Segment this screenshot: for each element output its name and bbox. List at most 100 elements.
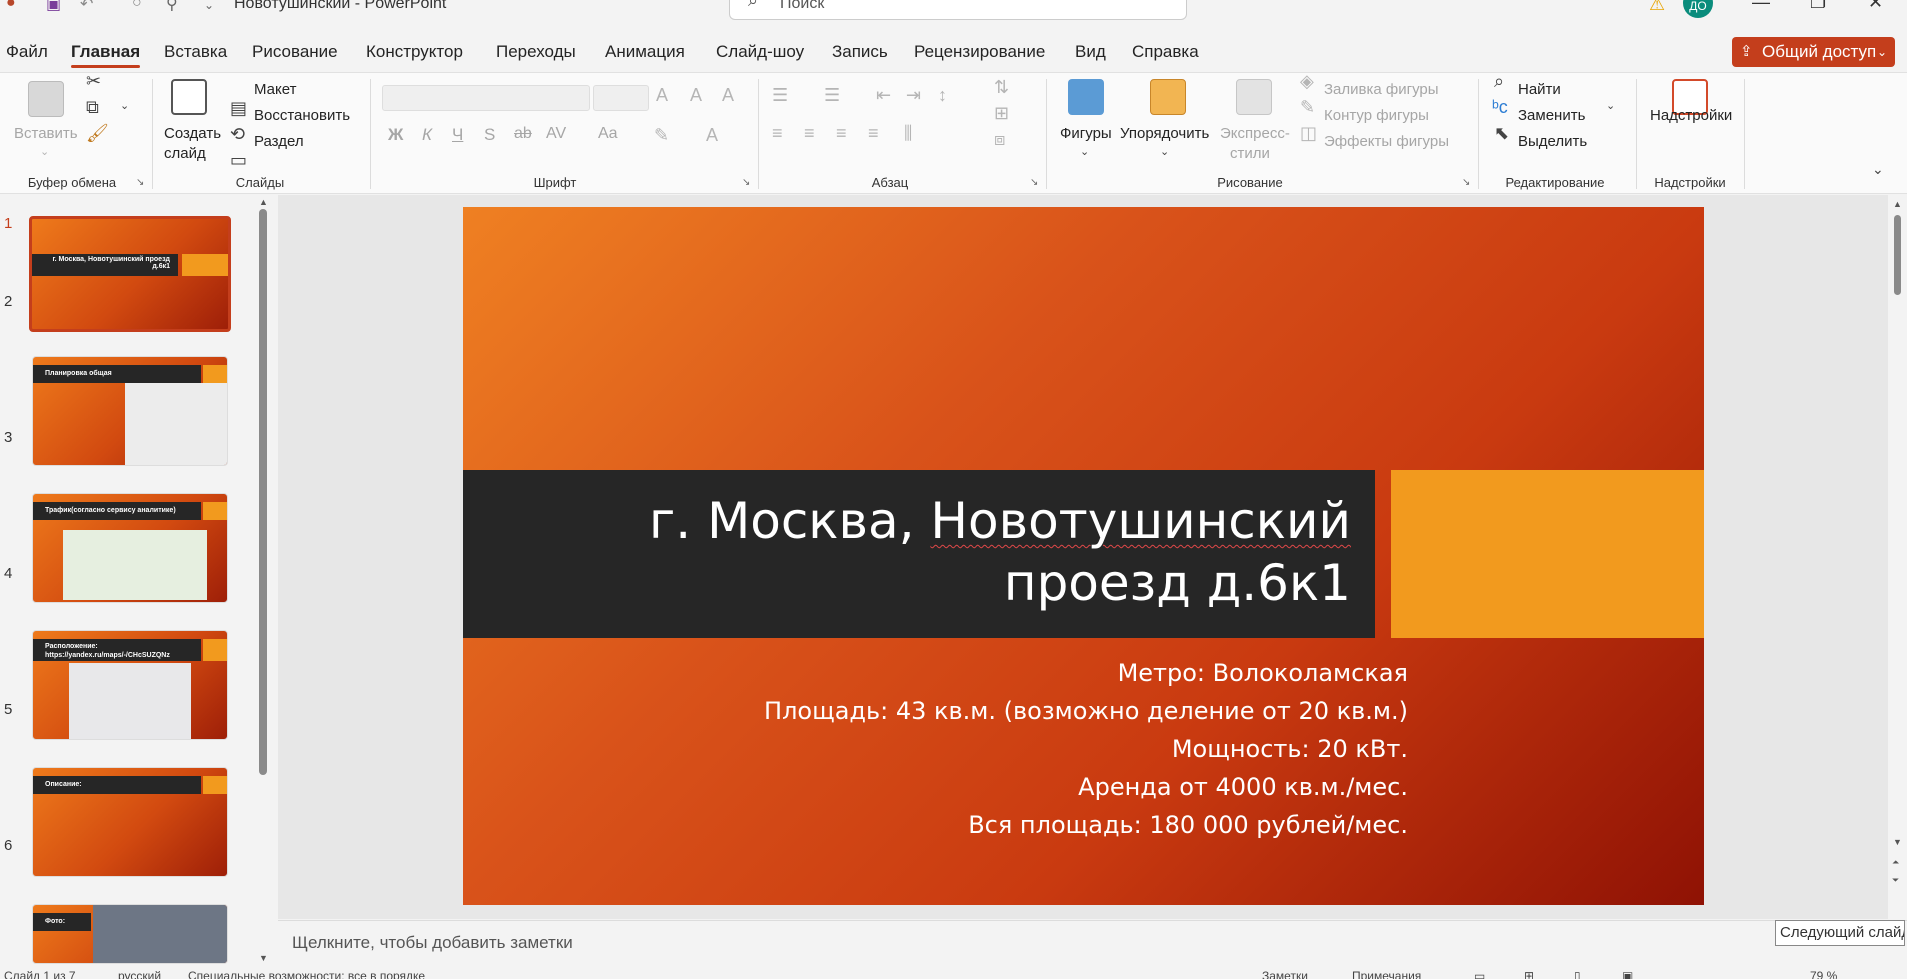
underline-button[interactable]: Ч bbox=[452, 125, 463, 145]
reset-button[interactable]: Восстановить bbox=[254, 107, 350, 124]
shape-effects-button[interactable]: Эффекты фигуры bbox=[1324, 133, 1449, 150]
slide-subtitle[interactable]: Метро: Волоколамская Площадь: 43 кв.м. (… bbox=[764, 654, 1408, 844]
zoom-level[interactable]: 79 % bbox=[1810, 969, 1837, 979]
arrange-button[interactable]: Упорядочить bbox=[1120, 125, 1209, 142]
notes-pane[interactable]: Щелкните, чтобы добавить заметки bbox=[278, 920, 1907, 965]
minimize-icon[interactable]: — bbox=[1752, 0, 1770, 13]
tab-animations[interactable]: Анимация bbox=[605, 42, 685, 62]
shape-fill-button[interactable]: Заливка фигуры bbox=[1324, 81, 1439, 98]
slide-thumbnail-2[interactable]: Планировка общая bbox=[32, 356, 228, 466]
columns-icon[interactable]: ⫼ bbox=[904, 123, 912, 144]
line-spacing-icon[interactable]: ↕ bbox=[938, 85, 947, 106]
save-icon[interactable]: ▣ bbox=[46, 0, 61, 14]
font-size-combo[interactable] bbox=[593, 85, 649, 111]
scrollbar-thumb[interactable] bbox=[259, 209, 267, 775]
slide-title-box[interactable]: г. Москва, Новотушинский проезд д.6к1 bbox=[463, 470, 1375, 638]
tab-insert[interactable]: Вставка bbox=[164, 42, 227, 62]
replace-button[interactable]: Заменить bbox=[1518, 107, 1585, 124]
next-slide-icon[interactable]: ⏷ bbox=[1892, 875, 1899, 886]
slide-thumbnail-3[interactable]: Трафик(согласно сервису аналитике) bbox=[32, 493, 228, 603]
tab-transitions[interactable]: Переходы bbox=[496, 42, 576, 62]
tab-file[interactable]: Файл bbox=[6, 42, 48, 62]
clear-format-icon[interactable]: A bbox=[722, 85, 734, 106]
reading-view-icon[interactable]: ▯ bbox=[1574, 969, 1581, 979]
shape-fill-icon[interactable]: ◈ bbox=[1300, 71, 1314, 92]
tab-record[interactable]: Запись bbox=[832, 42, 888, 62]
section-button[interactable]: Раздел bbox=[254, 133, 304, 150]
share-button[interactable]: ⇪ Общий доступ ⌄ bbox=[1732, 37, 1895, 67]
ribbon-collapse-chevron-icon[interactable]: ⌄ bbox=[1872, 161, 1884, 178]
bold-button[interactable]: Ж bbox=[388, 125, 403, 145]
align-right-icon[interactable]: ≡ bbox=[836, 123, 847, 144]
reset-icon[interactable]: ⟲ bbox=[230, 124, 245, 145]
select-button[interactable]: Выделить bbox=[1518, 133, 1587, 150]
search-box[interactable]: ⌕ Поиск bbox=[729, 0, 1187, 20]
align-text-icon[interactable]: ⊞ bbox=[994, 103, 1009, 124]
char-spacing-button[interactable]: AV bbox=[546, 125, 566, 143]
scroll-down-icon[interactable]: ▼ bbox=[1893, 837, 1902, 847]
layout-icon[interactable]: ▤ bbox=[230, 98, 247, 119]
warning-icon[interactable]: ⚠ bbox=[1649, 0, 1665, 15]
copy-icon[interactable]: ⧉ bbox=[86, 97, 99, 118]
slide-sorter-icon[interactable]: ⊞ bbox=[1524, 969, 1534, 979]
select-icon[interactable]: ⬉ bbox=[1494, 123, 1509, 144]
slide-scrollbar[interactable]: ▲ ▼ ⏶ ⏷ bbox=[1888, 195, 1907, 919]
find-icon[interactable]: ⌕ bbox=[1494, 71, 1504, 92]
thumbnails-scrollbar[interactable]: ▲ ▼ bbox=[257, 195, 269, 965]
shape-effects-icon[interactable]: ◫ bbox=[1300, 123, 1317, 144]
undo-icon[interactable]: ↶ bbox=[80, 0, 93, 14]
change-case-button[interactable]: Aa bbox=[598, 125, 618, 143]
scrollbar-thumb[interactable] bbox=[1894, 215, 1901, 295]
copy-chevron-icon[interactable]: ⌄ bbox=[120, 99, 129, 112]
section-icon[interactable]: ▭ bbox=[230, 150, 247, 171]
quick-styles-label-2[interactable]: стили bbox=[1230, 145, 1270, 162]
language-indicator[interactable]: русский bbox=[118, 969, 161, 979]
arrange-icon[interactable] bbox=[1150, 79, 1186, 115]
find-button[interactable]: Найти bbox=[1518, 81, 1561, 98]
shapes-chevron-icon[interactable]: ⌄ bbox=[1080, 145, 1089, 158]
slideshow-icon[interactable]: ▣ bbox=[1622, 969, 1633, 979]
normal-view-icon[interactable]: ▭ bbox=[1474, 969, 1485, 979]
font-launcher-icon[interactable]: ↘ bbox=[742, 177, 750, 188]
slide-thumbnail-5[interactable]: Описание: bbox=[32, 767, 228, 877]
shapes-button[interactable]: Фигуры bbox=[1060, 125, 1112, 142]
font-color-icon[interactable]: A bbox=[706, 125, 718, 146]
arrange-chevron-icon[interactable]: ⌄ bbox=[1160, 145, 1169, 158]
new-slide-label-2[interactable]: слайд bbox=[164, 145, 206, 162]
scroll-down-icon[interactable]: ▼ bbox=[259, 953, 268, 963]
shape-outline-button[interactable]: Контур фигуры bbox=[1324, 107, 1429, 124]
tab-draw[interactable]: Рисование bbox=[252, 42, 338, 62]
slide-thumbnail-6[interactable]: Фото: bbox=[32, 904, 228, 964]
numbering-icon[interactable]: ☰ bbox=[824, 85, 840, 106]
quick-styles-icon[interactable] bbox=[1236, 79, 1272, 115]
smartart-icon[interactable]: ⧈ bbox=[994, 129, 1005, 150]
tab-home[interactable]: Главная bbox=[71, 42, 141, 68]
scroll-up-icon[interactable]: ▲ bbox=[259, 197, 268, 207]
cut-icon[interactable]: ✂ bbox=[86, 71, 101, 92]
justify-icon[interactable]: ≡ bbox=[868, 123, 879, 144]
new-slide-label-1[interactable]: Создать bbox=[164, 125, 221, 142]
align-center-icon[interactable]: ≡ bbox=[804, 123, 815, 144]
format-painter-icon[interactable]: 🖌 bbox=[86, 123, 109, 144]
slide-thumbnail-1[interactable]: г. Москва, Новотушинский проезд д.6к1 bbox=[29, 216, 231, 332]
current-slide[interactable]: г. Москва, Новотушинский проезд д.6к1 Ме… bbox=[463, 207, 1704, 905]
clipboard-launcher-icon[interactable]: ↘ bbox=[136, 177, 144, 188]
avatar[interactable]: ДО bbox=[1683, 0, 1713, 18]
notes-toggle[interactable]: Заметки bbox=[1262, 969, 1308, 979]
addins-button[interactable]: Надстройки bbox=[1650, 107, 1732, 124]
shadow-button[interactable]: S bbox=[484, 125, 495, 145]
font-family-combo[interactable] bbox=[382, 85, 590, 111]
shrink-font-icon[interactable]: A bbox=[690, 85, 702, 106]
replace-icon[interactable]: ᵇc bbox=[1492, 97, 1508, 118]
replace-chevron-icon[interactable]: ⌄ bbox=[1606, 99, 1615, 112]
slide-thumbnail-4[interactable]: Расположение: https://yandex.ru/maps/-/C… bbox=[32, 630, 228, 740]
accessibility-status[interactable]: Специальные возможности: все в порядке bbox=[188, 969, 425, 979]
grow-font-icon[interactable]: A bbox=[656, 85, 668, 106]
italic-button[interactable]: К bbox=[422, 125, 432, 145]
tab-view[interactable]: Вид bbox=[1075, 42, 1106, 62]
paragraph-launcher-icon[interactable]: ↘ bbox=[1030, 177, 1038, 188]
decrease-indent-icon[interactable]: ⇤ bbox=[876, 85, 891, 106]
comments-toggle[interactable]: Примечания bbox=[1352, 969, 1421, 979]
quick-styles-label-1[interactable]: Экспресс- bbox=[1220, 125, 1290, 142]
align-left-icon[interactable]: ≡ bbox=[772, 123, 783, 144]
